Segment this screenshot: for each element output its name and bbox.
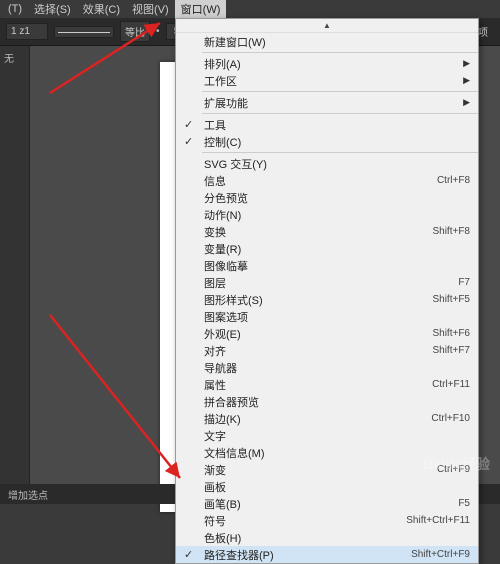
menu-window[interactable]: 窗口(W) <box>175 0 227 19</box>
stroke-preview[interactable] <box>54 26 114 38</box>
menu-item-label: 外观(E) <box>204 326 241 342</box>
menu-item[interactable]: 分色预览 <box>176 189 478 206</box>
menu-item-label: 信息 <box>204 173 226 189</box>
menu-item-label: 新建窗口(W) <box>204 34 266 50</box>
menu-separator <box>202 152 478 153</box>
menu-item[interactable]: ✓ 工具 <box>176 116 478 133</box>
menu-item[interactable]: 文字 <box>176 427 478 444</box>
stroke-style-dropdown[interactable]: 等比 <box>120 21 150 42</box>
checkmark-icon: ✓ <box>184 135 193 148</box>
menu-select[interactable]: 选择(S) <box>28 0 77 19</box>
menu-item[interactable]: 扩展功能 ▶ <box>176 94 478 111</box>
submenu-arrow-icon: ▶ <box>463 97 470 108</box>
menu-shortcut: F7 <box>458 277 470 288</box>
menu-item-label: 渐变 <box>204 462 226 478</box>
menu-shortcut: Shift+Ctrl+F9 <box>411 549 470 560</box>
menu-item-label: 对齐 <box>204 343 226 359</box>
menu-item-label: 动作(N) <box>204 207 241 223</box>
menu-view[interactable]: 视图(V) <box>126 0 175 19</box>
menu-item[interactable]: SVG 交互(Y) <box>176 155 478 172</box>
menu-shortcut: Ctrl+F11 <box>432 379 470 390</box>
menu-item-label: 图形样式(S) <box>204 292 263 308</box>
menu-item-label: 控制(C) <box>204 134 241 150</box>
status-text: 增加选点 <box>8 487 48 502</box>
menu-item[interactable]: 动作(N) <box>176 206 478 223</box>
submenu-arrow-icon: ▶ <box>463 58 470 69</box>
menu-item[interactable]: ✓ 路径查找器(P) Shift+Ctrl+F9 <box>176 546 478 563</box>
menu-item[interactable]: 图层 F7 <box>176 274 478 291</box>
menu-item[interactable]: 拼合器预览 <box>176 393 478 410</box>
menu-item[interactable]: 画板 <box>176 478 478 495</box>
menu-item-label: 符号 <box>204 513 226 529</box>
menu-item-label: 变换 <box>204 224 226 240</box>
menu-item[interactable]: 外观(E) Shift+F6 <box>176 325 478 342</box>
menu-item[interactable]: 变量(R) <box>176 240 478 257</box>
menu-item[interactable]: 描边(K) Ctrl+F10 <box>176 410 478 427</box>
menu-item-label: 图案选项 <box>204 309 248 325</box>
menu-shortcut: Shift+Ctrl+F11 <box>406 515 470 526</box>
menu-item-label: 导航器 <box>204 360 237 376</box>
checkmark-icon: ✓ <box>184 548 193 561</box>
menu-item-label: 排列(A) <box>204 56 241 72</box>
checkmark-icon: ✓ <box>184 118 193 131</box>
menu-item[interactable]: 工作区 ▶ <box>176 72 478 89</box>
panel-tab-none[interactable]: 无 <box>0 46 29 86</box>
menu-item-label: 拼合器预览 <box>204 394 259 410</box>
submenu-arrow-icon: ▶ <box>463 75 470 86</box>
menu-item[interactable]: 对齐 Shift+F7 <box>176 342 478 359</box>
menu-separator <box>202 113 478 114</box>
menu-shortcut: Ctrl+F10 <box>431 413 470 424</box>
menu-item[interactable]: ✓ 控制(C) <box>176 133 478 150</box>
menubar: (T) 选择(S) 效果(C) 视图(V) 窗口(W) <box>0 0 500 18</box>
menu-t[interactable]: (T) <box>2 1 28 17</box>
menu-item[interactable]: 新建窗口(W) <box>176 33 478 50</box>
menu-item[interactable]: 信息 Ctrl+F8 <box>176 172 478 189</box>
menu-shortcut: Shift+F7 <box>432 345 470 356</box>
menu-item[interactable]: 符号 Shift+Ctrl+F11 <box>176 512 478 529</box>
menu-item-label: SVG 交互(Y) <box>204 156 267 172</box>
menu-shortcut: Shift+F5 <box>432 294 470 305</box>
menu-separator <box>202 91 478 92</box>
menu-item[interactable]: 属性 Ctrl+F11 <box>176 376 478 393</box>
menu-item-label: 图层 <box>204 275 226 291</box>
menu-item-label: 属性 <box>204 377 226 393</box>
menu-shortcut: Ctrl+F8 <box>437 175 470 186</box>
menu-item[interactable]: 排列(A) ▶ <box>176 55 478 72</box>
menu-shortcut: Shift+F8 <box>432 226 470 237</box>
menu-separator <box>202 52 478 53</box>
points-label-prefix: • <box>156 26 160 37</box>
mode-dropdown[interactable]: 1 z1 <box>6 23 48 40</box>
menu-item-label: 文字 <box>204 428 226 444</box>
window-menu-dropdown: 新建窗口(W) 排列(A) ▶ 工作区 ▶ 扩展功能 ▶ ✓ 工具 ✓ 控制(C) SVG 交互(Y)… <box>175 18 479 564</box>
menu-item-label: 描边(K) <box>204 411 241 427</box>
menu-item[interactable]: 图案选项 <box>176 308 478 325</box>
menu-item-label: 图像临摹 <box>204 258 248 274</box>
menu-item-label: 扩展功能 <box>204 95 248 111</box>
menu-item-label: 色板(H) <box>204 530 241 546</box>
menu-item-label: 分色预览 <box>204 190 248 206</box>
menu-item[interactable]: 导航器 <box>176 359 478 376</box>
menu-item-label: 工作区 <box>204 73 237 89</box>
menu-effect[interactable]: 效果(C) <box>77 0 126 19</box>
left-panel: 无 <box>0 46 30 484</box>
menu-item[interactable]: 图形样式(S) Shift+F5 <box>176 291 478 308</box>
watermark: Baidu经验 <box>423 454 490 474</box>
menu-shortcut: Shift+F6 <box>432 328 470 339</box>
menu-scroll-up[interactable] <box>176 19 478 33</box>
menu-item-label: 画板 <box>204 479 226 495</box>
menu-item-label: 文档信息(M) <box>204 445 265 461</box>
menu-item[interactable]: 变换 Shift+F8 <box>176 223 478 240</box>
menu-item-label: 路径查找器(P) <box>204 547 274 563</box>
menu-item[interactable]: 色板(H) <box>176 529 478 546</box>
menu-item-label: 变量(R) <box>204 241 241 257</box>
menu-item[interactable]: 图像临摹 <box>176 257 478 274</box>
menu-item-label: 工具 <box>204 117 226 133</box>
